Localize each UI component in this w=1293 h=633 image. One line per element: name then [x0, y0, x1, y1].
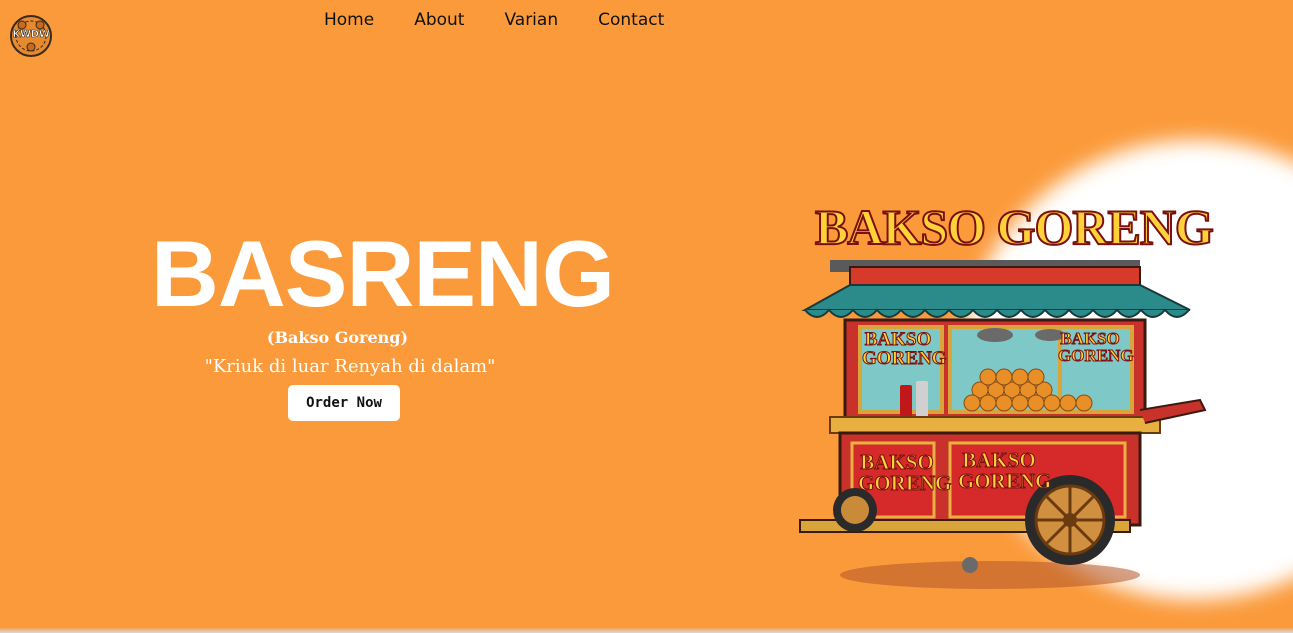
cart-panel-label-3: BAKSO GORENG: [858, 450, 952, 495]
cart-panel-label-4: BAKSO GORENG: [958, 448, 1052, 493]
logo[interactable]: KWDW: [9, 14, 53, 58]
nav-home[interactable]: Home: [324, 9, 374, 31]
hero-title: BASRENG: [151, 221, 615, 326]
main-nav: Home About Varian Contact: [324, 9, 704, 31]
logo-text: KWDW: [12, 29, 50, 41]
cart-sign-text: BAKSO GORENG: [814, 198, 1215, 256]
hero-tagline: "Kriuk di luar Renyah di dalam": [204, 356, 496, 377]
hero-subtitle: (Bakso Goreng): [266, 328, 409, 347]
page: KWDW Home About Varian Contact BASRENG (…: [0, 0, 1293, 633]
nav-varian[interactable]: Varian: [504, 9, 558, 31]
order-now-button[interactable]: Order Now: [288, 385, 400, 421]
cart-panel-label-1: BAKSO GORENG: [862, 329, 947, 369]
nav-contact[interactable]: Contact: [598, 9, 664, 31]
nav-about[interactable]: About: [414, 9, 464, 31]
cart-panel-label-2: BAKSO GORENG: [1058, 329, 1135, 365]
